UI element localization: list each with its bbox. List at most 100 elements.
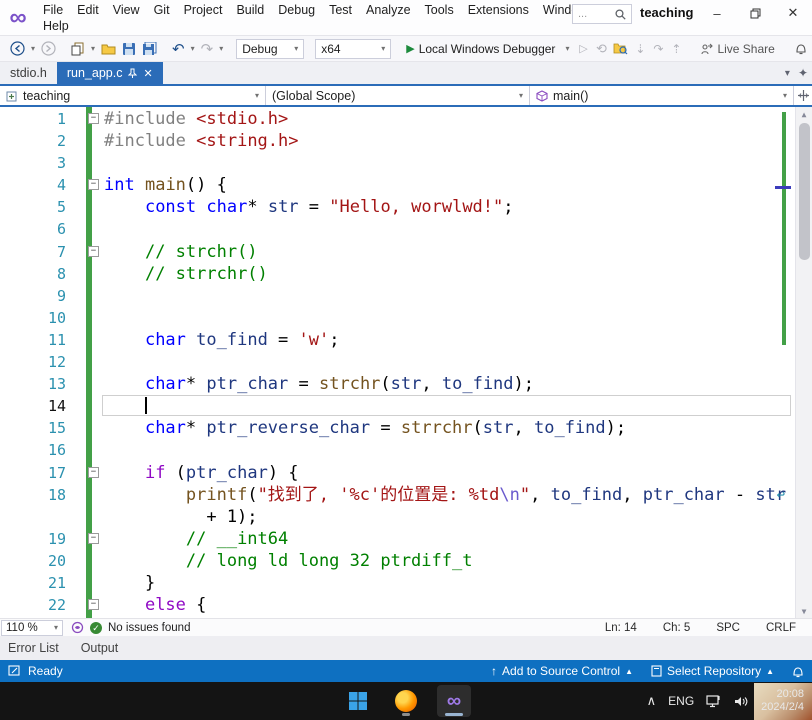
column-indicator[interactable]: Ch: 5	[663, 622, 691, 634]
menu-git[interactable]: Git	[147, 3, 177, 17]
code-line[interactable]: 14	[0, 395, 795, 417]
minimize-button[interactable]: –	[698, 0, 736, 26]
undo-dropdown[interactable]: ▾	[189, 39, 197, 59]
scrollbar-thumb[interactable]	[799, 123, 810, 260]
menu-analyze[interactable]: Analyze	[359, 3, 417, 17]
menu-extensions[interactable]: Extensions	[461, 3, 536, 17]
code-line[interactable]: 13 char* ptr_char = strchr(str, to_find)…	[0, 373, 795, 395]
indentation-indicator[interactable]: SPC	[716, 622, 740, 634]
start-debugging-button[interactable]: ▶ Local Windows Debugger ▾	[402, 39, 573, 59]
solution-platform-dropdown[interactable]: x64 ▾	[315, 38, 392, 59]
close-tab-icon[interactable]: ✕	[143, 67, 152, 80]
restore-button[interactable]	[736, 0, 774, 26]
vertical-scrollbar[interactable]: ▲ ▼	[795, 107, 812, 618]
visual-studio-taskbar-button[interactable]: ∞	[437, 685, 471, 717]
menu-help[interactable]: Help	[36, 19, 76, 33]
save-all-button[interactable]	[140, 39, 159, 59]
menu-view[interactable]: View	[106, 3, 147, 17]
speaker-icon[interactable]	[734, 695, 749, 708]
fold-toggle-icon[interactable]: −	[88, 113, 99, 124]
tab-stdio-h[interactable]: stdio.h	[0, 62, 57, 84]
zoom-dropdown[interactable]: 110 % ▾	[1, 619, 63, 636]
solution-configuration-dropdown[interactable]: Debug ▾	[236, 38, 305, 59]
split-window-icon[interactable]	[794, 86, 812, 105]
redo-button[interactable]: ↷	[199, 39, 216, 59]
code-line[interactable]: 12	[0, 351, 795, 373]
code-line[interactable]: 4 − int main() {	[0, 174, 795, 196]
fold-toggle-icon[interactable]: −	[88, 245, 99, 257]
back-dropdown[interactable]: ▾	[29, 39, 37, 59]
feedback-button[interactable]	[793, 39, 809, 59]
code-line[interactable]: 18 printf("找到了, '%c'的位置是: %td\n", to_fin…	[0, 484, 795, 506]
code-line[interactable]: 17 − if (ptr_char) {	[0, 462, 795, 484]
menu-edit[interactable]: Edit	[70, 3, 106, 17]
find-in-files-button[interactable]	[611, 39, 630, 59]
search-box[interactable]: ...	[572, 4, 632, 24]
code-line[interactable]: 8 // strrchr()	[0, 263, 795, 285]
project-dropdown[interactable]: teaching ▾	[0, 86, 266, 105]
member-dropdown[interactable]: main() ▾	[530, 86, 794, 105]
start-without-debugging-button[interactable]: ▷	[575, 39, 591, 59]
select-repository-button[interactable]: Select Repository ▲	[651, 664, 774, 678]
network-icon[interactable]	[706, 694, 722, 708]
menu-tools[interactable]: Tools	[418, 3, 461, 17]
menu-test[interactable]: Test	[322, 3, 359, 17]
live-share-button[interactable]: Live Share	[700, 42, 775, 56]
step-over-icon[interactable]: ↷	[650, 39, 666, 59]
tab-options-icon[interactable]: ✦	[798, 66, 808, 80]
fold-toggle-icon[interactable]: −	[88, 179, 99, 191]
code-line[interactable]: 21 }	[0, 572, 795, 594]
line-ending-indicator[interactable]: CRLF	[766, 622, 796, 634]
code-line[interactable]: 3	[0, 152, 795, 174]
hot-reload-icon[interactable]: ⟲	[593, 39, 609, 59]
scrollbar-down-button[interactable]: ▼	[796, 604, 812, 618]
code-wrap-row[interactable]: + 1);	[0, 506, 795, 528]
step-out-icon[interactable]: ⇡	[668, 39, 684, 59]
start-button[interactable]	[341, 685, 375, 717]
tab-list-dropdown-icon[interactable]: ▾	[785, 68, 790, 79]
code-line[interactable]: 15 char* ptr_reverse_char = strrchr(str,…	[0, 417, 795, 439]
code-line[interactable]: 10	[0, 307, 795, 329]
scope-dropdown[interactable]: (Global Scope) ▾	[266, 86, 530, 105]
code-line[interactable]: 20 // long ld long 32 ptrdiff_t	[0, 550, 795, 572]
notification-bell-icon[interactable]	[792, 665, 804, 678]
new-item-button[interactable]	[69, 39, 87, 59]
code-editor[interactable]: 1− #include <stdio.h> 2 #include <string.h>…	[0, 107, 812, 618]
redo-dropdown[interactable]: ▾	[217, 39, 225, 59]
code-line[interactable]: 19 − // __int64	[0, 528, 795, 550]
code-line[interactable]: 11 char to_find = 'w';	[0, 329, 795, 351]
code-line[interactable]: 1 − #include <stdio.h>	[0, 108, 795, 130]
code-line[interactable]: 7 − // strchr()	[0, 241, 795, 263]
taskbar-clock[interactable]: 20:08 2024/2/4	[761, 688, 804, 714]
tab-output[interactable]: Output	[81, 641, 119, 655]
tab-run-app-c[interactable]: run_app.c ✕	[56, 62, 163, 84]
taskbar-chevron-up-icon[interactable]: ∧	[647, 693, 657, 709]
code-line[interactable]: 5 const char* str = "Hello, worwlwd!";	[0, 196, 795, 218]
code-line[interactable]: 2 #include <string.h>	[0, 130, 795, 152]
code-line[interactable]: 16	[0, 439, 795, 461]
fold-toggle-icon[interactable]: −	[88, 599, 99, 611]
tab-error-list[interactable]: Error List	[8, 641, 59, 655]
new-item-dropdown[interactable]: ▾	[89, 39, 97, 59]
fold-toggle-icon[interactable]: −	[88, 532, 99, 544]
language-indicator[interactable]: ENG	[668, 694, 694, 708]
document-health-indicator[interactable]: ✓ No issues found	[71, 621, 190, 634]
save-button[interactable]	[120, 39, 138, 59]
fold-toggle-icon[interactable]: −	[88, 466, 99, 478]
menu-file[interactable]: File	[36, 3, 70, 17]
scrollbar-up-button[interactable]: ▲	[796, 107, 812, 121]
firefox-taskbar-button[interactable]	[389, 685, 423, 717]
open-file-button[interactable]	[99, 39, 118, 59]
close-button[interactable]: ✕	[774, 0, 812, 26]
menu-debug[interactable]: Debug	[271, 3, 322, 17]
add-to-source-control-button[interactable]: ↑ Add to Source Control ▲	[491, 664, 633, 678]
code-line[interactable]: 22 − else {	[0, 594, 795, 616]
code-line[interactable]: 6	[0, 218, 795, 240]
navigate-back-button[interactable]	[8, 39, 27, 59]
pin-icon[interactable]	[128, 68, 138, 78]
line-indicator[interactable]: Ln: 14	[605, 622, 637, 634]
menu-project[interactable]: Project	[177, 3, 230, 17]
navigate-forward-button[interactable]	[39, 39, 58, 59]
code-line[interactable]: 9	[0, 285, 795, 307]
menu-build[interactable]: Build	[229, 3, 271, 17]
